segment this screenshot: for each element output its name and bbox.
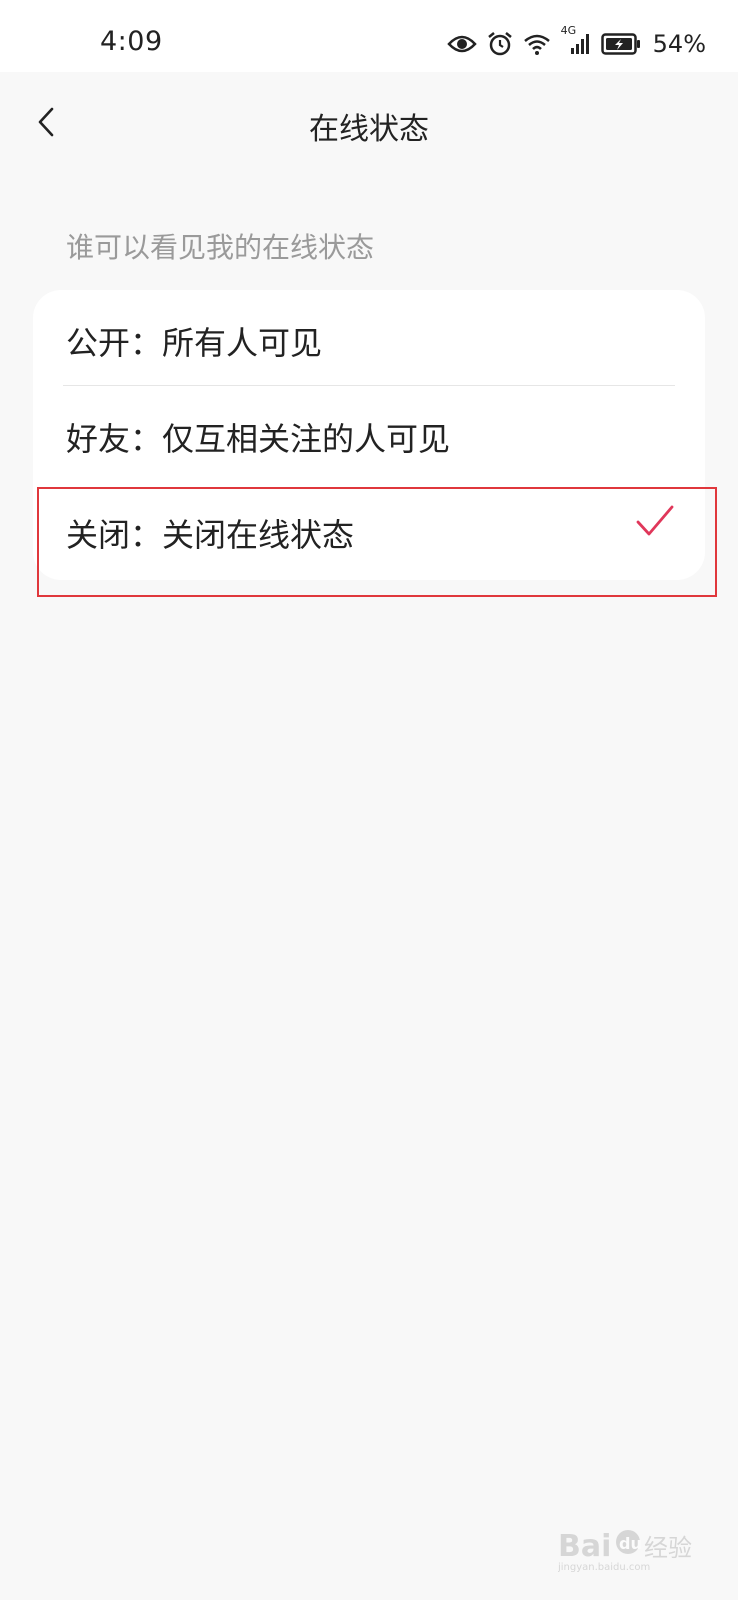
svg-text:Bai: Bai xyxy=(558,1529,611,1564)
baidu-watermark: Bai du 经验 jingyan.baidu.com xyxy=(558,1522,698,1572)
visibility-options-card: 公开：所有人可见 好友：仅互相关注的人可见 关闭：关闭在线状态 xyxy=(33,290,705,580)
option-public[interactable]: 公开：所有人可见 xyxy=(33,290,705,386)
option-off[interactable]: 关闭：关闭在线状态 xyxy=(33,482,705,578)
section-label: 谁可以看见我的在线状态 xyxy=(66,231,375,264)
option-label: 关闭：关闭在线状态 xyxy=(66,516,355,554)
network-type: 4G xyxy=(560,24,577,37)
option-label: 公开：所有人可见 xyxy=(66,324,323,362)
baidu-paw-logo-icon: Bai du 经验 jingyan.baidu.com xyxy=(558,1529,692,1572)
checkmark-icon xyxy=(635,504,675,542)
svg-text:du: du xyxy=(619,1534,642,1553)
eye-icon xyxy=(446,33,477,55)
battery-percent: 54% xyxy=(652,30,706,58)
status-bar: 4:09 4G 54% xyxy=(0,0,738,72)
svg-text:jingyan.baidu.com: jingyan.baidu.com xyxy=(558,1562,650,1572)
option-friends[interactable]: 好友：仅互相关注的人可见 xyxy=(33,386,705,482)
status-time: 4:09 xyxy=(100,26,163,57)
signal-icon: 4G xyxy=(561,24,591,56)
option-label: 好友：仅互相关注的人可见 xyxy=(66,420,451,458)
battery-charging-icon xyxy=(600,33,641,55)
status-icons: 4G 54% xyxy=(446,24,706,64)
page-title: 在线状态 xyxy=(309,112,429,147)
alarm-icon xyxy=(487,31,513,57)
svg-text:经验: 经验 xyxy=(644,1534,692,1562)
wifi-icon xyxy=(523,32,551,56)
nav-bar: 在线状态 xyxy=(0,72,738,180)
